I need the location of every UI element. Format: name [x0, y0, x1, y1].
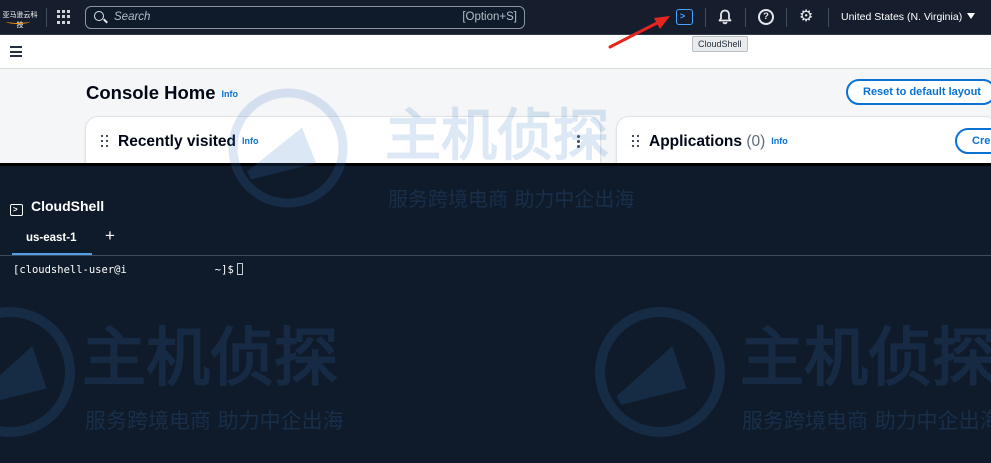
info-link[interactable]: Info [771, 136, 788, 146]
widget-title: Applications (0) Info [649, 133, 788, 151]
search-input[interactable]: Search [Option+S] [85, 6, 525, 29]
widget-title-text: Recently visited [118, 133, 237, 150]
create-application-button[interactable]: Cre [955, 128, 991, 154]
cloudshell-icon: > [10, 204, 23, 216]
add-tab-icon[interactable]: + [105, 226, 115, 246]
info-link[interactable]: Info [242, 136, 259, 146]
prompt-path: ~]$ [214, 264, 234, 276]
tab-us-east-1[interactable]: us-east-1 [12, 226, 92, 256]
caret-down-icon [967, 13, 976, 19]
prompt-user-host: [cloudshell-user@i [13, 264, 127, 276]
divider [745, 8, 746, 27]
search-shortcut-hint: [Option+S] [462, 11, 517, 23]
side-menu-hamburger-icon[interactable] [10, 46, 22, 57]
drag-handle-icon[interactable] [632, 135, 640, 148]
widget-actions-icon[interactable] [577, 135, 580, 150]
reset-layout-button[interactable]: Reset to default layout [846, 79, 991, 105]
cloudshell-panel: > CloudShell us-east-1 + [cloudshell-user… [0, 166, 991, 463]
cloudshell-tooltip: CloudShell [692, 36, 748, 52]
page-title-text: Console Home [86, 82, 216, 103]
divider [828, 8, 829, 27]
drag-handle-icon[interactable] [101, 135, 109, 148]
secondary-toolbar [0, 35, 991, 69]
terminal-prompt[interactable]: [cloudshell-user@i ~]$ [13, 263, 243, 276]
search-placeholder: Search [114, 11, 151, 23]
region-label: United States (N. Virginia) [841, 11, 963, 23]
application-count: (0) [746, 133, 766, 150]
console-home-page: Console Home Info Reset to default layout… [0, 35, 991, 163]
page-title: Console Home Info [86, 82, 238, 104]
widget-title: Recently visited Info [118, 133, 259, 151]
terminal-cursor [236, 263, 243, 275]
services-menu-icon[interactable] [57, 10, 71, 24]
widget-title-text: Applications [649, 133, 743, 150]
search-icon [94, 11, 104, 21]
info-link[interactable]: Info [222, 89, 239, 99]
divider [705, 8, 706, 27]
notifications-bell-icon[interactable] [718, 9, 732, 25]
applications-widget: Applications (0) Info [617, 117, 991, 163]
redacted-hostname [126, 263, 215, 275]
cloudshell-header: > CloudShell [10, 198, 104, 216]
cloudshell-icon[interactable]: > [676, 9, 693, 25]
aws-logo[interactable]: 亚马逊云科技 [0, 10, 40, 29]
cloudshell-title: CloudShell [31, 198, 105, 214]
aws-smile-mark [6, 19, 30, 24]
divider [786, 8, 787, 27]
settings-gear-icon[interactable]: ⚙ [799, 9, 815, 25]
tab-divider [0, 255, 991, 256]
divider [46, 8, 47, 27]
help-icon[interactable]: ? [758, 9, 774, 25]
top-navigation-bar: 亚马逊云科技 Search [Option+S] > ? ⚙ United St… [0, 0, 991, 35]
region-selector[interactable]: United States (N. Virginia) [841, 11, 976, 23]
recently-visited-widget: Recently visited Info [86, 117, 600, 163]
annotation-arrow-icon [608, 16, 670, 49]
